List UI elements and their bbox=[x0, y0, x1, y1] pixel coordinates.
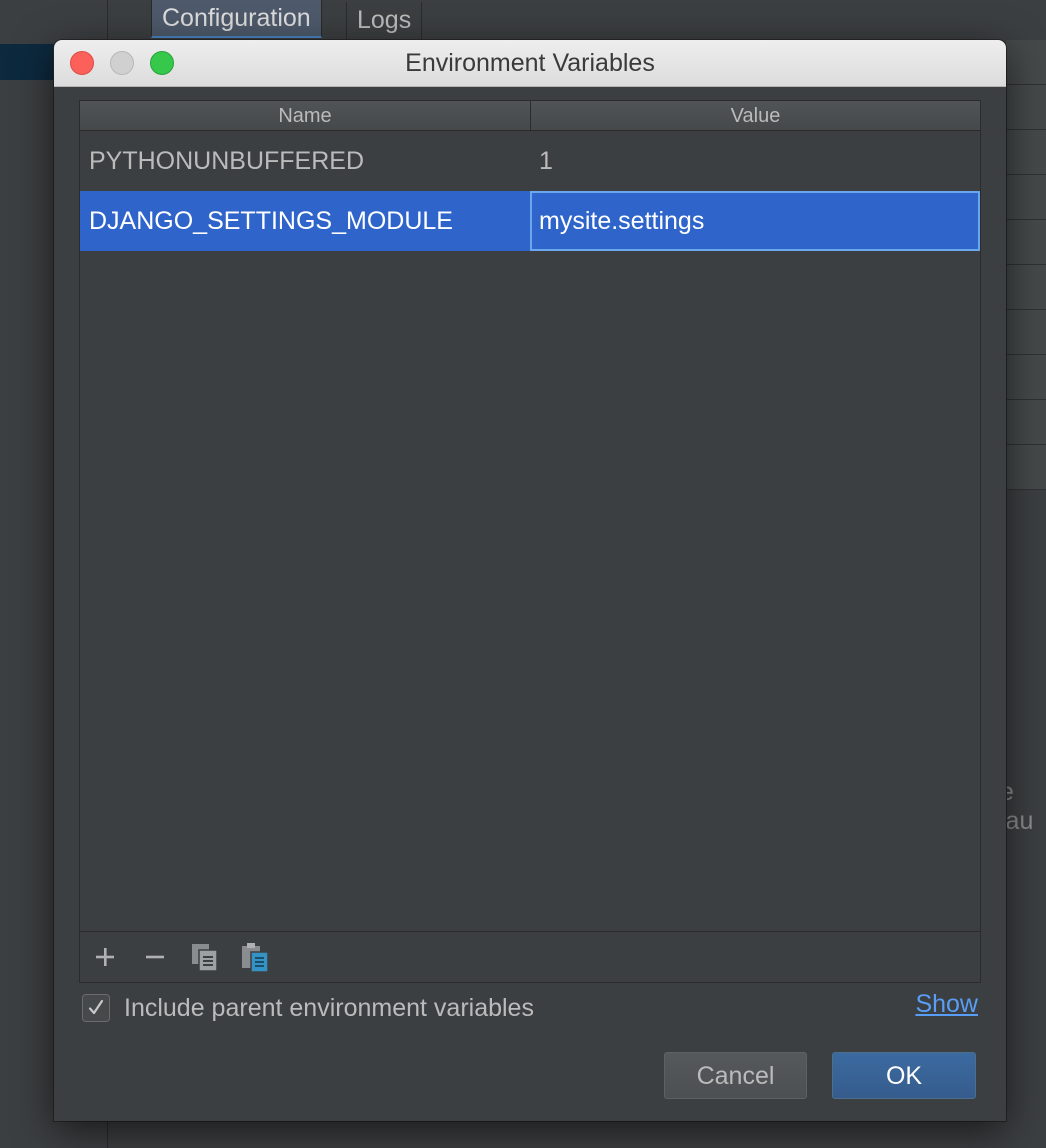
env-var-value-editor[interactable]: mysite.settings bbox=[530, 191, 980, 251]
environment-variables-dialog: Environment Variables Name Value PYTHONU… bbox=[54, 40, 1006, 1121]
dialog-title: Environment Variables bbox=[405, 49, 655, 77]
add-icon bbox=[96, 948, 114, 966]
dialog-titlebar: Environment Variables bbox=[54, 40, 1006, 87]
show-link[interactable]: Show bbox=[915, 990, 978, 1019]
checkmark-icon bbox=[88, 999, 104, 1015]
include-parent-env-label[interactable]: Include parent environment variables bbox=[124, 994, 534, 1023]
include-parent-env-checkbox[interactable] bbox=[82, 994, 110, 1022]
remove-button[interactable] bbox=[138, 940, 172, 974]
remove-icon bbox=[146, 955, 164, 959]
include-parent-env-option[interactable]: Include parent environment variables bbox=[82, 992, 534, 1024]
env-vars-table: Name Value PYTHONUNBUFFERED 1 DJANGO_SET… bbox=[79, 100, 981, 983]
env-var-value-cell[interactable]: 1 bbox=[530, 131, 980, 191]
copy-icon bbox=[192, 944, 218, 972]
cancel-button[interactable]: Cancel bbox=[664, 1052, 807, 1099]
table-row[interactable]: PYTHONUNBUFFERED 1 bbox=[80, 131, 980, 191]
ok-button[interactable]: OK bbox=[832, 1052, 976, 1099]
column-header-value[interactable]: Value bbox=[531, 101, 980, 130]
table-row-selected[interactable]: DJANGO_SETTINGS_MODULE mysite.settings bbox=[80, 191, 980, 251]
tab-configuration[interactable]: Configuration bbox=[151, 0, 322, 38]
ide-right-text: e lau bbox=[1000, 778, 1034, 835]
add-button[interactable] bbox=[88, 940, 122, 974]
tab-logs[interactable]: Logs bbox=[346, 2, 423, 40]
paste-button[interactable] bbox=[238, 940, 272, 974]
copy-button[interactable] bbox=[188, 940, 222, 974]
column-header-name[interactable]: Name bbox=[80, 101, 531, 130]
env-var-name-cell[interactable]: DJANGO_SETTINGS_MODULE bbox=[80, 191, 530, 251]
table-header: Name Value bbox=[80, 101, 980, 131]
paste-icon bbox=[242, 943, 269, 973]
env-var-name-cell[interactable]: PYTHONUNBUFFERED bbox=[80, 131, 530, 191]
table-toolbar bbox=[80, 931, 980, 982]
ide-right-rows bbox=[1006, 40, 1046, 900]
